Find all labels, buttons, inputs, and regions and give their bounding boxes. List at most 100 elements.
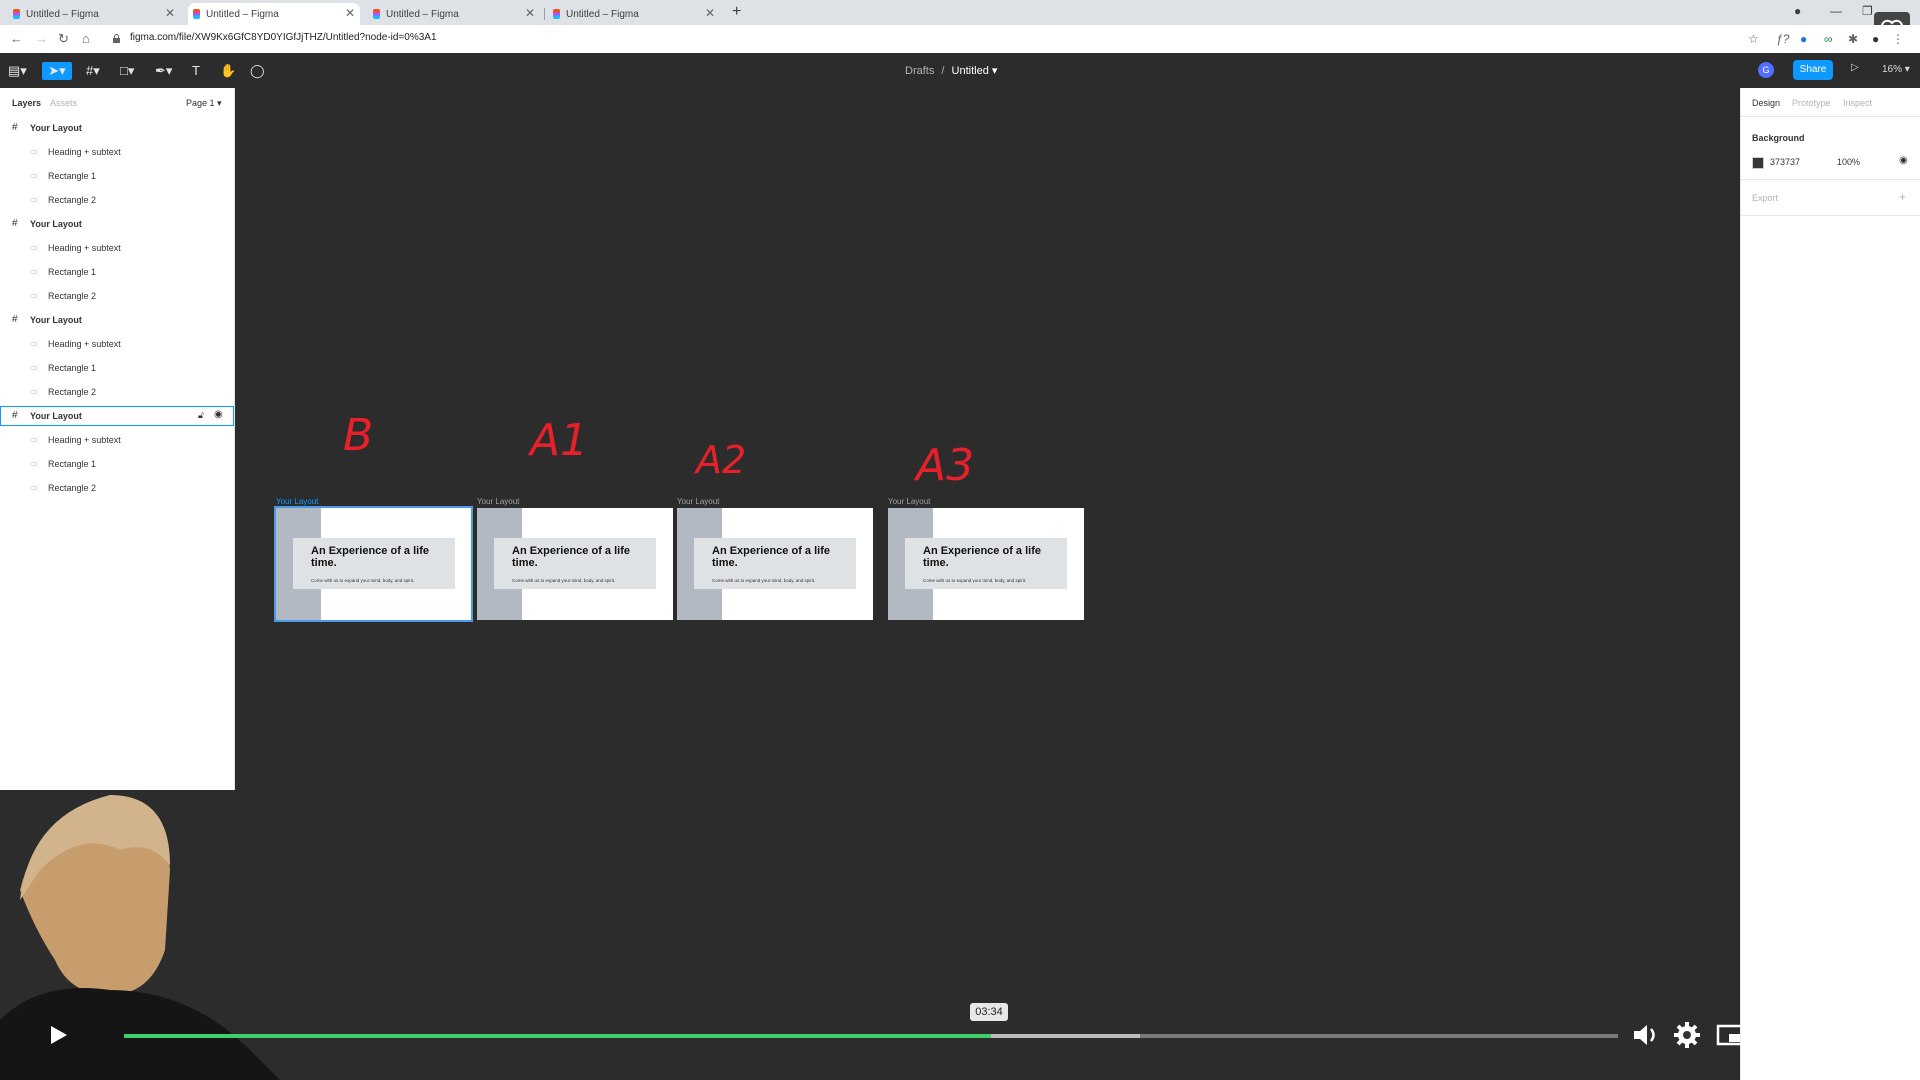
frame-subtext: Come with us to expand your mind, body, …: [712, 578, 816, 583]
close-tab-icon[interactable]: ✕: [345, 6, 355, 20]
close-tab-icon[interactable]: ✕: [525, 6, 535, 20]
background-opacity-input[interactable]: 100%: [1837, 157, 1860, 167]
layer-row[interactable]: ▭ Rectangle 2: [0, 286, 234, 306]
frame-title[interactable]: Your Layout: [888, 497, 930, 506]
add-export-icon[interactable]: +: [1899, 190, 1906, 204]
chrome-menu-icon[interactable]: ⋮: [1892, 32, 1904, 46]
exit-fullscreen-icon[interactable]: [1758, 1020, 1788, 1050]
layer-name: Your Layout: [30, 123, 82, 133]
layer-row[interactable]: ▭ Rectangle 1: [0, 454, 234, 474]
tab-inspect[interactable]: Inspect: [1843, 98, 1872, 108]
bookmark-star-icon[interactable]: ☆: [1748, 32, 1759, 46]
background-swatch[interactable]: [1752, 157, 1764, 169]
close-tab-icon[interactable]: ✕: [705, 6, 715, 20]
layer-row-frame[interactable]: # Your Layout: [0, 214, 234, 234]
settings-gear-icon[interactable]: [1672, 1020, 1702, 1050]
forward-icon[interactable]: →: [35, 31, 48, 46]
play-button[interactable]: [20, 1013, 96, 1057]
layout-frame[interactable]: An Experience of a life time. Come with u…: [477, 508, 673, 620]
tab-prototype[interactable]: Prototype: [1792, 98, 1831, 108]
main-menu-icon[interactable]: ▤▾: [8, 62, 27, 80]
tab-assets[interactable]: Assets: [50, 98, 77, 108]
volume-icon[interactable]: [1630, 1020, 1660, 1050]
function-extension-icon[interactable]: ƒ?: [1776, 32, 1789, 46]
close-tab-icon[interactable]: ✕: [165, 6, 175, 20]
layer-row[interactable]: ▭ Rectangle 2: [0, 382, 234, 402]
layer-row[interactable]: ▭ Rectangle 2: [0, 478, 234, 498]
comment-tool-icon[interactable]: ◯: [250, 62, 265, 80]
browser-tab-active[interactable]: Untitled – Figma ✕: [188, 3, 360, 25]
frame-tool-icon[interactable]: #▾: [86, 62, 100, 80]
layer-row-frame[interactable]: # Your Layout: [0, 118, 234, 138]
frame-heading: An Experience of a life time.: [923, 545, 1041, 569]
extensions-puzzle-icon[interactable]: ✱: [1848, 32, 1858, 46]
unlock-icon[interactable]: 🔓︎: [198, 410, 204, 421]
home-icon[interactable]: ⌂: [82, 31, 90, 46]
layout-frame[interactable]: An Experience of a life time. Come with u…: [274, 506, 473, 622]
layer-row[interactable]: ▭ Heading + subtext: [0, 334, 234, 354]
eye-icon[interactable]: ◉: [214, 409, 223, 420]
annotation-b: B: [343, 410, 374, 461]
layer-name: Heading + subtext: [48, 243, 121, 253]
frame-title[interactable]: Your Layout: [677, 497, 719, 506]
layer-row-frame[interactable]: # Your Layout: [0, 310, 234, 330]
chevron-down-icon[interactable]: ▾: [992, 65, 998, 77]
tab-title: Untitled – Figma: [206, 8, 279, 20]
user-avatar[interactable]: G: [1758, 62, 1774, 78]
background-hex-input[interactable]: 373737: [1770, 157, 1800, 167]
pen-tool-icon[interactable]: ✒▾: [155, 62, 172, 80]
frame-icon: #: [12, 410, 18, 421]
annotation-a1: A1: [530, 415, 589, 466]
video-progress-bar[interactable]: [124, 1034, 1618, 1038]
layer-row-frame[interactable]: # Your Layout 🔓︎ ◉: [0, 406, 234, 426]
layer-row[interactable]: ▭ Rectangle 1: [0, 166, 234, 186]
file-name[interactable]: Untitled: [952, 65, 989, 77]
frame-title[interactable]: Your Layout: [276, 497, 318, 506]
frame-heading: An Experience of a life time.: [512, 545, 630, 569]
tab-title: Untitled – Figma: [566, 8, 639, 20]
shape-tool-icon[interactable]: □▾: [120, 62, 134, 80]
picture-in-picture-icon[interactable]: [1715, 1020, 1745, 1050]
browser-tab[interactable]: Untitled – Figma ✕: [8, 3, 180, 25]
rectangle-icon: ▭: [30, 195, 38, 204]
minimize-icon[interactable]: —: [1830, 4, 1842, 18]
vimeo-logo[interactable]: vimeo: [1803, 1020, 1905, 1055]
tab-design[interactable]: Design: [1752, 98, 1780, 108]
chrome-profile-icon[interactable]: ●: [1794, 4, 1801, 18]
profile-avatar-icon[interactable]: ●: [1872, 32, 1879, 46]
url-field[interactable]: figma.com/file/XW9Kx6GfC8YD0YIGfJjTHZ/Un…: [130, 32, 437, 43]
move-tool-icon[interactable]: ➤▾: [42, 62, 72, 80]
layer-row[interactable]: ▭ Heading + subtext: [0, 238, 234, 258]
account-extension-icon[interactable]: ●: [1800, 32, 1807, 46]
layer-row[interactable]: ▭ Rectangle 1: [0, 358, 234, 378]
new-tab-icon[interactable]: +: [732, 3, 741, 21]
text-tool-icon[interactable]: T: [192, 62, 200, 80]
page-name: Page 1: [186, 98, 215, 108]
layer-row[interactable]: ▭ Rectangle 2: [0, 190, 234, 210]
hand-tool-icon[interactable]: ✋: [220, 62, 236, 80]
current-time: 03:34: [970, 1003, 1008, 1021]
glasses-extension-icon[interactable]: ∞: [1824, 32, 1833, 46]
browser-tab[interactable]: Untitled – Figma ✕: [368, 3, 540, 25]
layout-frame[interactable]: An Experience of a life time. Come with u…: [677, 508, 873, 620]
breadcrumb-drafts[interactable]: Drafts: [905, 65, 934, 77]
share-button[interactable]: Share: [1793, 60, 1833, 80]
rectangle-icon: ▭: [30, 435, 38, 444]
frame-heading: An Experience of a life time.: [311, 545, 429, 569]
figma-favicon-icon: [193, 9, 200, 19]
layer-row[interactable]: ▭ Heading + subtext: [0, 430, 234, 450]
layer-row[interactable]: ▭ Rectangle 1: [0, 262, 234, 282]
browser-tab[interactable]: Untitled – Figma ✕: [548, 3, 720, 25]
layer-row[interactable]: ▭ Heading + subtext: [0, 142, 234, 162]
zoom-level[interactable]: 16% ▾: [1882, 64, 1910, 75]
page-selector[interactable]: Page 1 ▾: [186, 98, 222, 109]
frame-title[interactable]: Your Layout: [477, 497, 519, 506]
rectangle-icon: ▭: [30, 483, 38, 492]
layout-frame[interactable]: An Experience of a life time. Come with u…: [888, 508, 1084, 620]
eye-icon[interactable]: ◉: [1899, 155, 1908, 166]
back-icon[interactable]: ←: [10, 31, 23, 46]
present-play-icon[interactable]: ▷: [1851, 62, 1859, 73]
tab-layers[interactable]: Layers: [12, 98, 41, 108]
reload-icon[interactable]: ↻: [58, 31, 69, 47]
restore-icon[interactable]: ❐: [1862, 4, 1873, 18]
